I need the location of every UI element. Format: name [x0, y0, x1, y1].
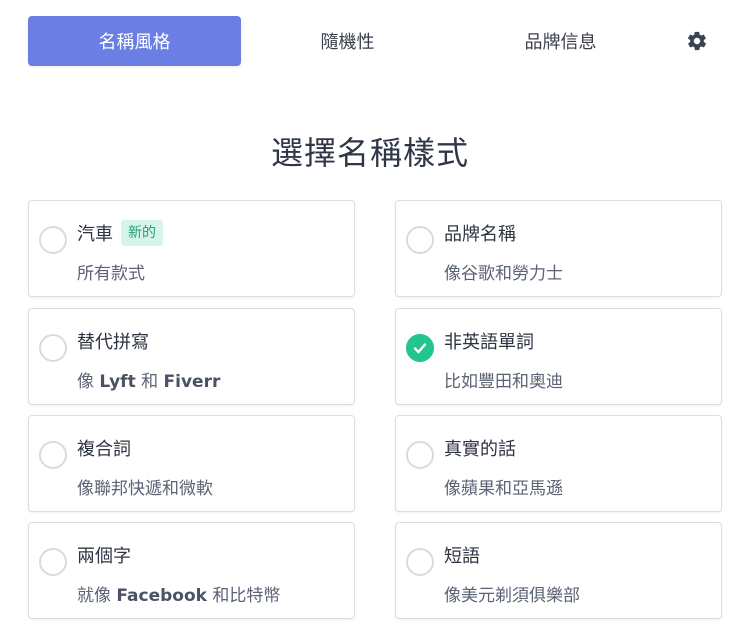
radio-button[interactable]: [39, 226, 67, 254]
option-subtitle: 像 Lyft 和 Fiverr: [77, 372, 221, 392]
tab-name-style[interactable]: 名稱風格: [28, 16, 241, 66]
radio-button[interactable]: [406, 226, 434, 254]
option-card-car[interactable]: 汽車 新的 所有款式: [28, 200, 355, 297]
tab-brand-info[interactable]: 品牌信息: [454, 16, 667, 66]
option-card-non-english[interactable]: 非英語單詞 比如豐田和奧迪: [395, 308, 722, 405]
radio-button-checked[interactable]: [406, 334, 434, 362]
option-card-real-words[interactable]: 真實的話 像蘋果和亞馬遜: [395, 415, 722, 512]
option-subtitle: 像谷歌和勞力士: [444, 264, 563, 284]
option-title: 非英語單詞: [444, 332, 534, 353]
option-title: 兩個字: [77, 546, 131, 567]
option-title: 真實的話: [444, 439, 516, 460]
option-title: 複合詞: [77, 439, 131, 460]
option-card-two-words[interactable]: 兩個字 就像 Facebook 和比特幣: [28, 522, 355, 619]
option-card-compound-words[interactable]: 複合詞 像聯邦快遞和微軟: [28, 415, 355, 512]
option-title: 替代拼寫: [77, 332, 149, 353]
option-subtitle: 像蘋果和亞馬遜: [444, 479, 563, 499]
option-subtitle: 像美元剃須俱樂部: [444, 586, 580, 606]
option-title-text: 汽車: [77, 224, 113, 245]
radio-button[interactable]: [39, 334, 67, 362]
radio-button[interactable]: [39, 548, 67, 576]
tab-randomness[interactable]: 隨機性: [241, 16, 454, 66]
option-subtitle: 所有款式: [77, 264, 145, 284]
option-card-brand-names[interactable]: 品牌名稱 像谷歌和勞力士: [395, 200, 722, 297]
page-title: 選擇名稱樣式: [270, 134, 469, 172]
radio-button[interactable]: [39, 441, 67, 469]
gear-icon[interactable]: [682, 26, 712, 56]
radio-button[interactable]: [406, 441, 434, 469]
option-card-phrases[interactable]: 短語 像美元剃須俱樂部: [395, 522, 722, 619]
option-title: 短語: [444, 546, 480, 567]
option-title: 汽車 新的: [77, 220, 163, 246]
option-subtitle: 像聯邦快遞和微軟: [77, 479, 213, 499]
radio-button[interactable]: [406, 548, 434, 576]
option-card-alt-spelling[interactable]: 替代拼寫 像 Lyft 和 Fiverr: [28, 308, 355, 405]
option-subtitle: 比如豐田和奧迪: [444, 372, 563, 392]
option-subtitle: 就像 Facebook 和比特幣: [77, 586, 281, 606]
option-title: 品牌名稱: [444, 224, 516, 245]
check-icon: [413, 343, 427, 354]
new-badge: 新的: [121, 220, 163, 246]
tab-bar: 名稱風格 隨機性 品牌信息: [28, 16, 718, 66]
